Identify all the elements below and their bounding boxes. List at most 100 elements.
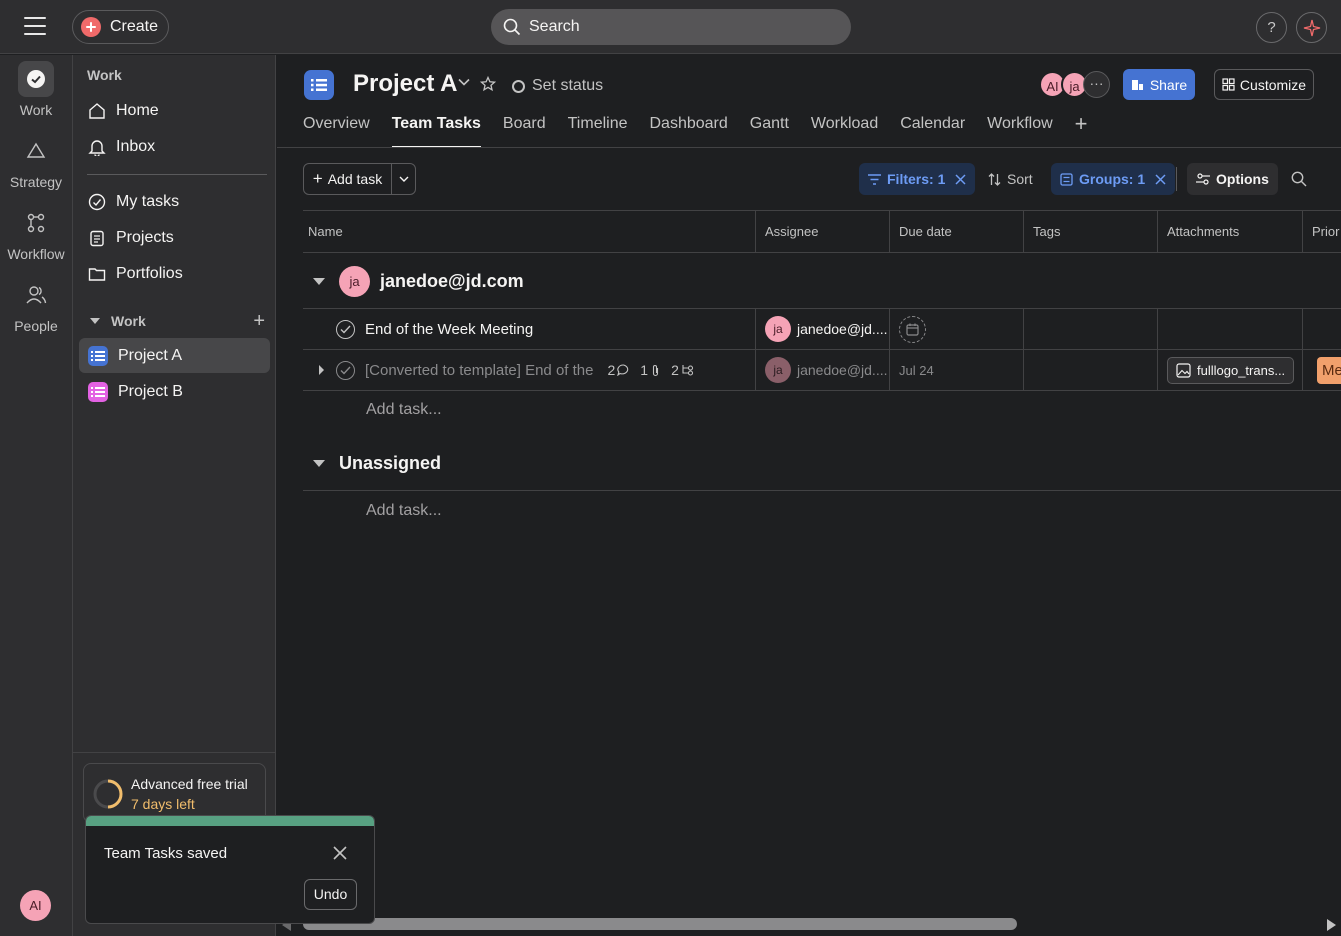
priority-cell[interactable]: Me — [1303, 350, 1341, 390]
filter-icon — [868, 173, 881, 185]
groups-chip[interactable]: Groups: 1 — [1051, 163, 1176, 195]
sidebar-section-work[interactable]: Work + — [89, 310, 269, 332]
tab-team-tasks[interactable]: Team Tasks — [391, 115, 482, 148]
search-input[interactable]: Search — [491, 9, 851, 45]
add-task-button[interactable]: + Add task — [304, 164, 392, 194]
close-icon[interactable] — [332, 845, 348, 861]
sidebar-item-label: Projects — [116, 228, 174, 246]
column-header-priority[interactable]: Prior — [1303, 211, 1341, 252]
tab-gantt[interactable]: Gantt — [750, 115, 789, 147]
attachment-chip[interactable]: fulllogo_trans... — [1167, 356, 1295, 384]
attachment-count: 1 — [640, 362, 649, 378]
clipboard-icon — [90, 230, 104, 246]
tab-overview[interactable]: Overview — [303, 115, 370, 147]
avatar: ja — [765, 316, 791, 342]
column-header-attachments[interactable]: Attachments — [1158, 211, 1303, 252]
tags-cell[interactable] — [1024, 350, 1158, 390]
chevron-down-icon[interactable] — [313, 277, 325, 285]
group-name[interactable]: janedoe@jd.com — [380, 271, 524, 292]
task-name[interactable]: [Converted to template] End of the — [365, 362, 593, 379]
create-button[interactable]: Create — [72, 10, 169, 44]
trial-days-left: 7 days left — [131, 796, 195, 812]
filters-chip[interactable]: Filters: 1 — [859, 163, 976, 195]
close-icon[interactable] — [955, 173, 966, 185]
tab-workload[interactable]: Workload — [811, 115, 878, 147]
scrollbar-thumb[interactable] — [303, 918, 1017, 930]
add-tab-icon[interactable]: + — [1075, 113, 1088, 147]
add-task-inline[interactable]: Add task... — [366, 502, 442, 520]
tab-workflow[interactable]: Workflow — [987, 115, 1053, 147]
list-icon — [88, 381, 108, 402]
rail-item-people[interactable]: People — [0, 277, 72, 334]
horizontal-scrollbar[interactable] — [277, 914, 1341, 936]
scroll-right-icon[interactable] — [1327, 919, 1336, 931]
sidebar-item-project-b[interactable]: Project B — [79, 374, 270, 409]
plus-icon — [81, 17, 101, 37]
groups-label: Groups: 1 — [1079, 171, 1146, 187]
add-task-dropdown[interactable] — [392, 164, 415, 194]
attachments-cell[interactable] — [1158, 309, 1303, 349]
due-date-cell[interactable]: Jul 24 — [890, 350, 1024, 390]
project-list-icon — [304, 70, 334, 100]
share-button[interactable]: Share — [1123, 69, 1195, 100]
help-button[interactable]: ? — [1256, 12, 1287, 43]
priority-cell[interactable] — [1303, 309, 1341, 349]
complete-checkbox[interactable] — [336, 319, 355, 339]
chevron-right-icon[interactable] — [318, 365, 325, 375]
sidebar-item-portfolios[interactable]: Portfolios — [79, 256, 270, 291]
page-title: Project A — [353, 70, 458, 97]
sidebar-item-project-a[interactable]: Project A — [79, 338, 270, 373]
tab-timeline[interactable]: Timeline — [568, 115, 628, 147]
table-row[interactable]: [Converted to template] End of the 2 1 2… — [303, 350, 1341, 391]
rail-item-workflow[interactable]: Workflow — [0, 205, 72, 262]
add-task-inline[interactable]: Add task... — [366, 401, 442, 419]
assignee-cell[interactable]: ja janedoe@jd.... — [756, 309, 890, 349]
rail-item-strategy[interactable]: Strategy — [0, 133, 72, 190]
rail-label: Workflow — [7, 246, 65, 262]
sidebar-item-inbox[interactable]: Inbox — [79, 129, 270, 164]
column-header-name[interactable]: Name — [303, 211, 756, 252]
attachments-cell[interactable]: fulllogo_trans... — [1158, 350, 1303, 390]
sort-button[interactable]: Sort — [979, 163, 1042, 195]
column-header-assignee[interactable]: Assignee — [756, 211, 890, 252]
rail-item-work[interactable]: Work — [0, 61, 72, 118]
toast-message: Team Tasks saved — [104, 845, 228, 862]
column-header-due-date[interactable]: Due date — [890, 211, 1024, 252]
sidebar-item-projects[interactable]: Projects — [79, 220, 270, 255]
customize-button[interactable]: Customize — [1214, 69, 1314, 100]
tab-calendar[interactable]: Calendar — [900, 115, 965, 147]
sidebar-item-my-tasks[interactable]: My tasks — [79, 184, 270, 219]
ai-sparkle-button[interactable] — [1296, 12, 1327, 43]
user-avatar[interactable]: AI — [20, 890, 51, 921]
chevron-down-icon[interactable] — [458, 77, 470, 87]
more-members-icon: ··· — [1083, 71, 1110, 98]
set-status-button[interactable]: Set status — [512, 77, 603, 95]
tags-cell[interactable] — [1024, 309, 1158, 349]
search-placeholder: Search — [529, 18, 580, 35]
options-label: Options — [1216, 171, 1269, 187]
tabs-divider — [277, 147, 1341, 148]
assignee-cell[interactable]: ja janedoe@jd.... — [756, 350, 890, 390]
column-header-tags[interactable]: Tags — [1024, 211, 1158, 252]
add-project-icon[interactable]: + — [253, 310, 265, 333]
avatar: ja — [339, 265, 370, 297]
share-label: Share — [1149, 76, 1188, 93]
project-members[interactable]: AI ja ··· — [1039, 71, 1110, 98]
tab-dashboard[interactable]: Dashboard — [650, 115, 728, 147]
hamburger-menu-icon[interactable] — [24, 17, 46, 35]
chevron-down-icon[interactable] — [313, 460, 325, 467]
star-icon[interactable] — [480, 76, 496, 92]
sidebar: Work Home Inbox My tasks Projects Portfo… — [72, 55, 276, 936]
table-row[interactable]: End of the Week Meeting ja janedoe@jd...… — [303, 309, 1341, 350]
undo-button[interactable]: Undo — [304, 879, 357, 910]
trial-card[interactable]: Advanced free trial 7 days left — [83, 763, 266, 823]
sidebar-item-home[interactable]: Home — [79, 93, 270, 128]
complete-checkbox[interactable] — [336, 360, 355, 380]
tab-board[interactable]: Board — [503, 115, 546, 147]
group-name[interactable]: Unassigned — [339, 453, 441, 474]
close-icon[interactable] — [1155, 173, 1166, 185]
options-button[interactable]: Options — [1187, 163, 1278, 195]
due-date-cell[interactable] — [890, 309, 1024, 349]
search-icon[interactable] — [1291, 171, 1307, 187]
task-name[interactable]: End of the Week Meeting — [365, 321, 533, 338]
